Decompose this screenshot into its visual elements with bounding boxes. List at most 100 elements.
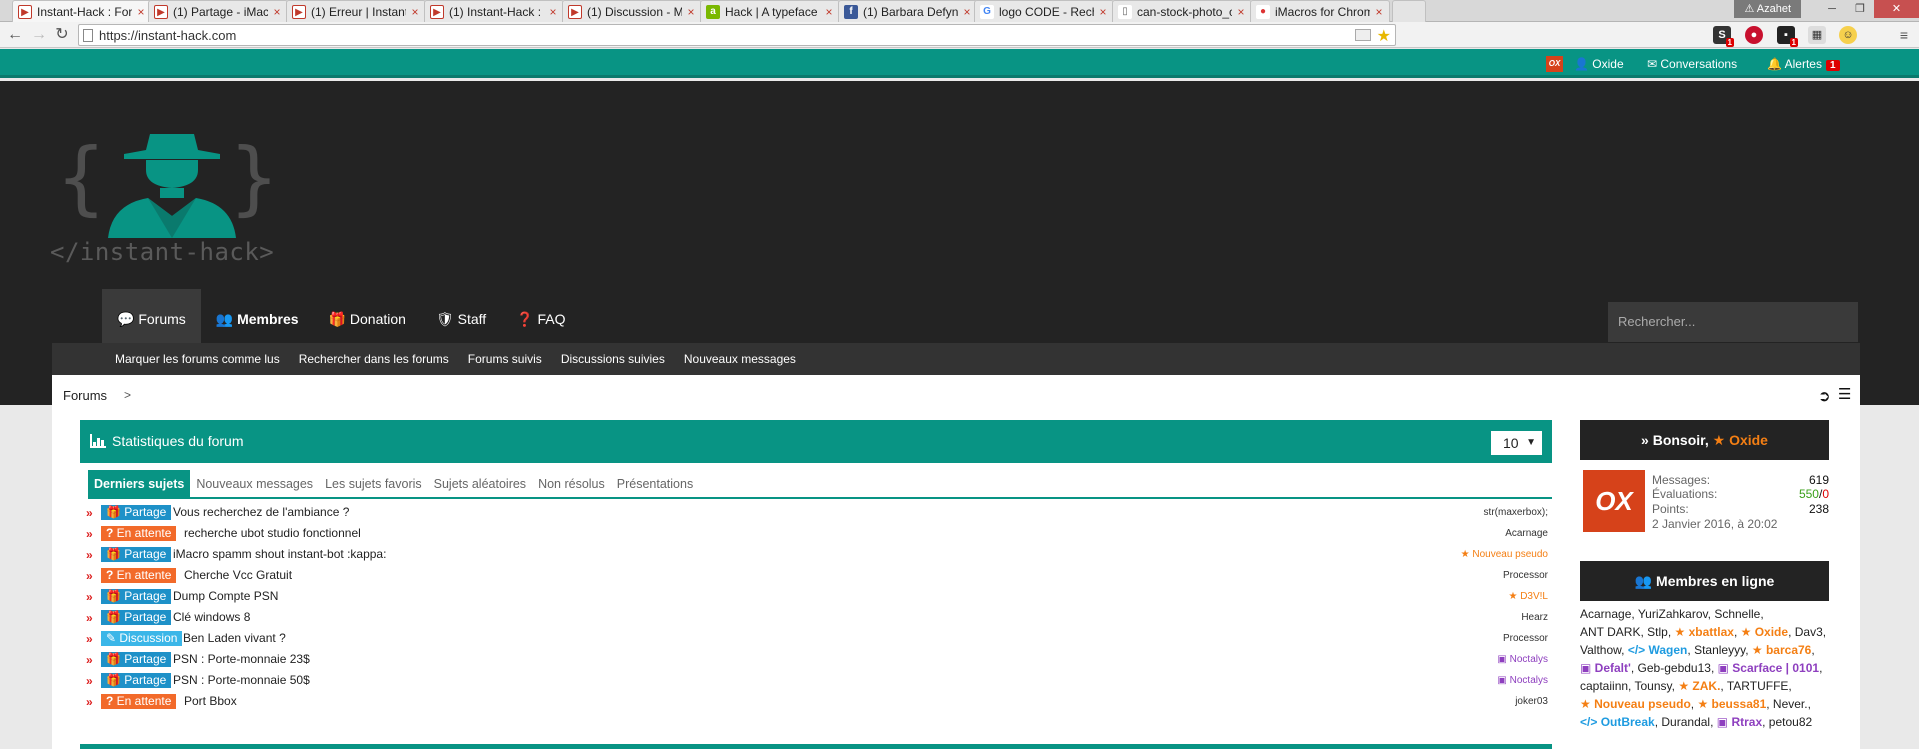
browser-tab[interactable]: ▶ (1) Discussion - Mon× (562, 0, 702, 22)
tab-close-icon[interactable]: × (961, 5, 973, 19)
thread-title[interactable]: iMacro spamm shout instant-bot :kappa: (173, 547, 386, 561)
subnav-followed-threads[interactable]: Discussions suivies (561, 343, 665, 375)
mail-icon[interactable] (1355, 29, 1371, 41)
online-member[interactable]: Durandal (1661, 715, 1710, 729)
adblock-icon[interactable]: ● (1745, 26, 1763, 44)
online-member[interactable]: ▣ Rtrax (1717, 715, 1762, 729)
online-member[interactable]: Stlp (1647, 625, 1668, 639)
online-member[interactable]: Valthow (1580, 643, 1621, 657)
thread-author[interactable]: Processor (1503, 633, 1548, 644)
nav-staff[interactable]: 🛡 Staff (421, 289, 501, 343)
browser-tab[interactable]: a Hack | A typeface des× (700, 0, 840, 22)
online-member[interactable]: ★ barca76 (1752, 643, 1811, 657)
thread-prefix[interactable]: 🎁 Partage (101, 589, 172, 604)
online-member[interactable]: YuriZahkarov (1638, 607, 1708, 621)
address-url[interactable]: https://instant-hack.com (99, 28, 236, 43)
chrome-menu-icon[interactable]: ≡ (1893, 25, 1915, 45)
browser-tab[interactable]: ▶ (1) Partage - iMacro s× (148, 0, 288, 22)
browser-tab[interactable]: ▯ can-stock-photo_csp× (1112, 0, 1252, 22)
tab-close-icon[interactable]: × (1373, 5, 1385, 19)
nav-membres[interactable]: 👥 Membres (201, 289, 314, 343)
extension-grid-icon[interactable]: ▦ (1808, 26, 1826, 44)
extension-face-icon[interactable]: ☺ (1839, 26, 1857, 44)
thread-title[interactable]: PSN : Porte-monnaie 23$ (173, 652, 310, 666)
thread-author[interactable]: str(maxerbox); (1484, 507, 1548, 518)
thread-prefix[interactable]: ? En attente (101, 526, 177, 541)
online-member[interactable]: petou82 (1769, 715, 1812, 729)
alerts-link[interactable]: 🔔 Alertes 1 (1767, 57, 1840, 71)
thread-author[interactable]: ★ D3V!L (1508, 591, 1548, 602)
breadcrumb[interactable]: Forums (63, 388, 107, 403)
jump-arrow-icon[interactable]: ➲ (1818, 387, 1831, 405)
thread-prefix[interactable]: 🎁 Partage (101, 673, 172, 688)
online-member[interactable]: Tounsy (1635, 679, 1672, 693)
thread-title[interactable]: PSN : Porte-monnaie 50$ (173, 673, 310, 687)
subnav-new-messages[interactable]: Nouveaux messages (684, 343, 796, 375)
online-member[interactable]: TARTUFFE (1727, 679, 1789, 693)
online-member[interactable]: Stanleyyy (1694, 643, 1745, 657)
thread-title[interactable]: Dump Compte PSN (173, 589, 278, 603)
thread-prefix[interactable]: ✎ Discussion (101, 631, 183, 646)
thread-author[interactable]: ▣ Noctalys (1497, 675, 1548, 686)
browser-tab[interactable]: Glogo CODE - Recherch× (974, 0, 1114, 22)
thread-title[interactable]: Ben Laden vivant ? (183, 631, 286, 645)
list-menu-icon[interactable]: ☰ (1838, 385, 1851, 403)
online-member[interactable]: Geb-gebdu13 (1638, 661, 1711, 675)
address-bar[interactable]: https://instant-hack.com ★ (78, 24, 1396, 46)
tab-close-icon[interactable]: × (409, 5, 421, 19)
thread-title[interactable]: Cherche Vcc Gratuit (184, 568, 292, 582)
subnav-search-forums[interactable]: Rechercher dans les forums (299, 343, 449, 375)
extension-s-icon[interactable]: S1 (1713, 26, 1734, 47)
greeting-user[interactable]: ★ Oxide (1713, 432, 1768, 448)
browser-tab[interactable]: ▶ (1) Instant-Hack : Fon× (424, 0, 564, 22)
thread-prefix[interactable]: 🎁 Partage (101, 505, 172, 520)
thread-title[interactable]: Vous recherchez de l'ambiance ? (173, 505, 349, 519)
stats-tab[interactable]: Sujets aléatoires (428, 470, 532, 498)
online-member[interactable]: ★ beussa81 (1697, 697, 1766, 711)
thread-author[interactable]: Hearz (1521, 612, 1548, 623)
stats-tab[interactable]: Présentations (611, 470, 699, 498)
online-member[interactable]: ★ xbattlax (1675, 625, 1734, 639)
online-member[interactable]: ▣ Defalt' (1580, 661, 1631, 675)
logo-text[interactable]: </instant-hack> (50, 238, 274, 266)
thread-title[interactable]: Port Bbox (184, 694, 237, 708)
thread-title[interactable]: recherche ubot studio fonctionnel (184, 526, 361, 540)
thread-author[interactable]: joker03 (1515, 696, 1548, 707)
stats-tab[interactable]: Derniers sujets (88, 470, 191, 498)
tab-close-icon[interactable]: × (685, 5, 697, 19)
online-member[interactable]: ★ ZAK. (1678, 679, 1720, 693)
browser-tab[interactable]: ▶ (1) Erreur | Instant-Ha× (286, 0, 426, 22)
thread-prefix[interactable]: 🎁 Partage (101, 610, 172, 625)
avatar[interactable]: OX (1583, 470, 1645, 532)
maximize-icon[interactable]: ❐ (1846, 0, 1874, 18)
tab-close-icon[interactable]: × (1097, 5, 1109, 19)
extension-monitor-icon[interactable]: ▪ 1 (1777, 26, 1798, 47)
nav-faq[interactable]: ❓ FAQ (501, 289, 580, 343)
online-member[interactable]: Acarnage (1580, 607, 1631, 621)
thread-author[interactable]: Acarnage (1505, 528, 1548, 539)
thread-author[interactable]: ★ Nouveau pseudo (1461, 549, 1548, 560)
online-member[interactable]: ▣ Scarface | 0101 (1718, 661, 1819, 675)
tab-close-icon[interactable]: × (823, 5, 835, 19)
thread-prefix[interactable]: ? En attente (101, 694, 177, 709)
thread-author[interactable]: ▣ Noctalys (1497, 654, 1548, 665)
window-user-badge[interactable]: ⚠ Azahet (1734, 0, 1801, 18)
new-tab-button[interactable] (1392, 0, 1426, 22)
browser-tab[interactable]: ▶ Instant-Hack : Forum× (12, 0, 152, 22)
thread-author[interactable]: Processor (1503, 570, 1548, 581)
tab-close-icon[interactable]: × (271, 5, 283, 19)
stats-tab[interactable]: Non résolus (532, 470, 611, 498)
nav-forums[interactable]: 💬 Forums (102, 289, 201, 343)
online-member[interactable]: Dav3 (1795, 625, 1823, 639)
window-close-icon[interactable]: ✕ (1874, 0, 1919, 18)
user-mini-avatar[interactable]: OX (1546, 56, 1563, 72)
tab-close-icon[interactable]: × (1235, 5, 1247, 19)
online-member[interactable]: captaiinn (1580, 679, 1628, 693)
thread-prefix[interactable]: ? En attente (101, 568, 177, 583)
minimize-icon[interactable]: ─ (1818, 0, 1846, 18)
online-member[interactable]: </> OutBreak (1580, 715, 1655, 729)
back-arrow-icon[interactable]: ← (4, 25, 26, 45)
reload-icon[interactable]: ↻ (51, 25, 73, 45)
tab-close-icon[interactable]: × (547, 5, 559, 19)
browser-tab[interactable]: f (1) Barbara Defyn × (838, 0, 978, 22)
